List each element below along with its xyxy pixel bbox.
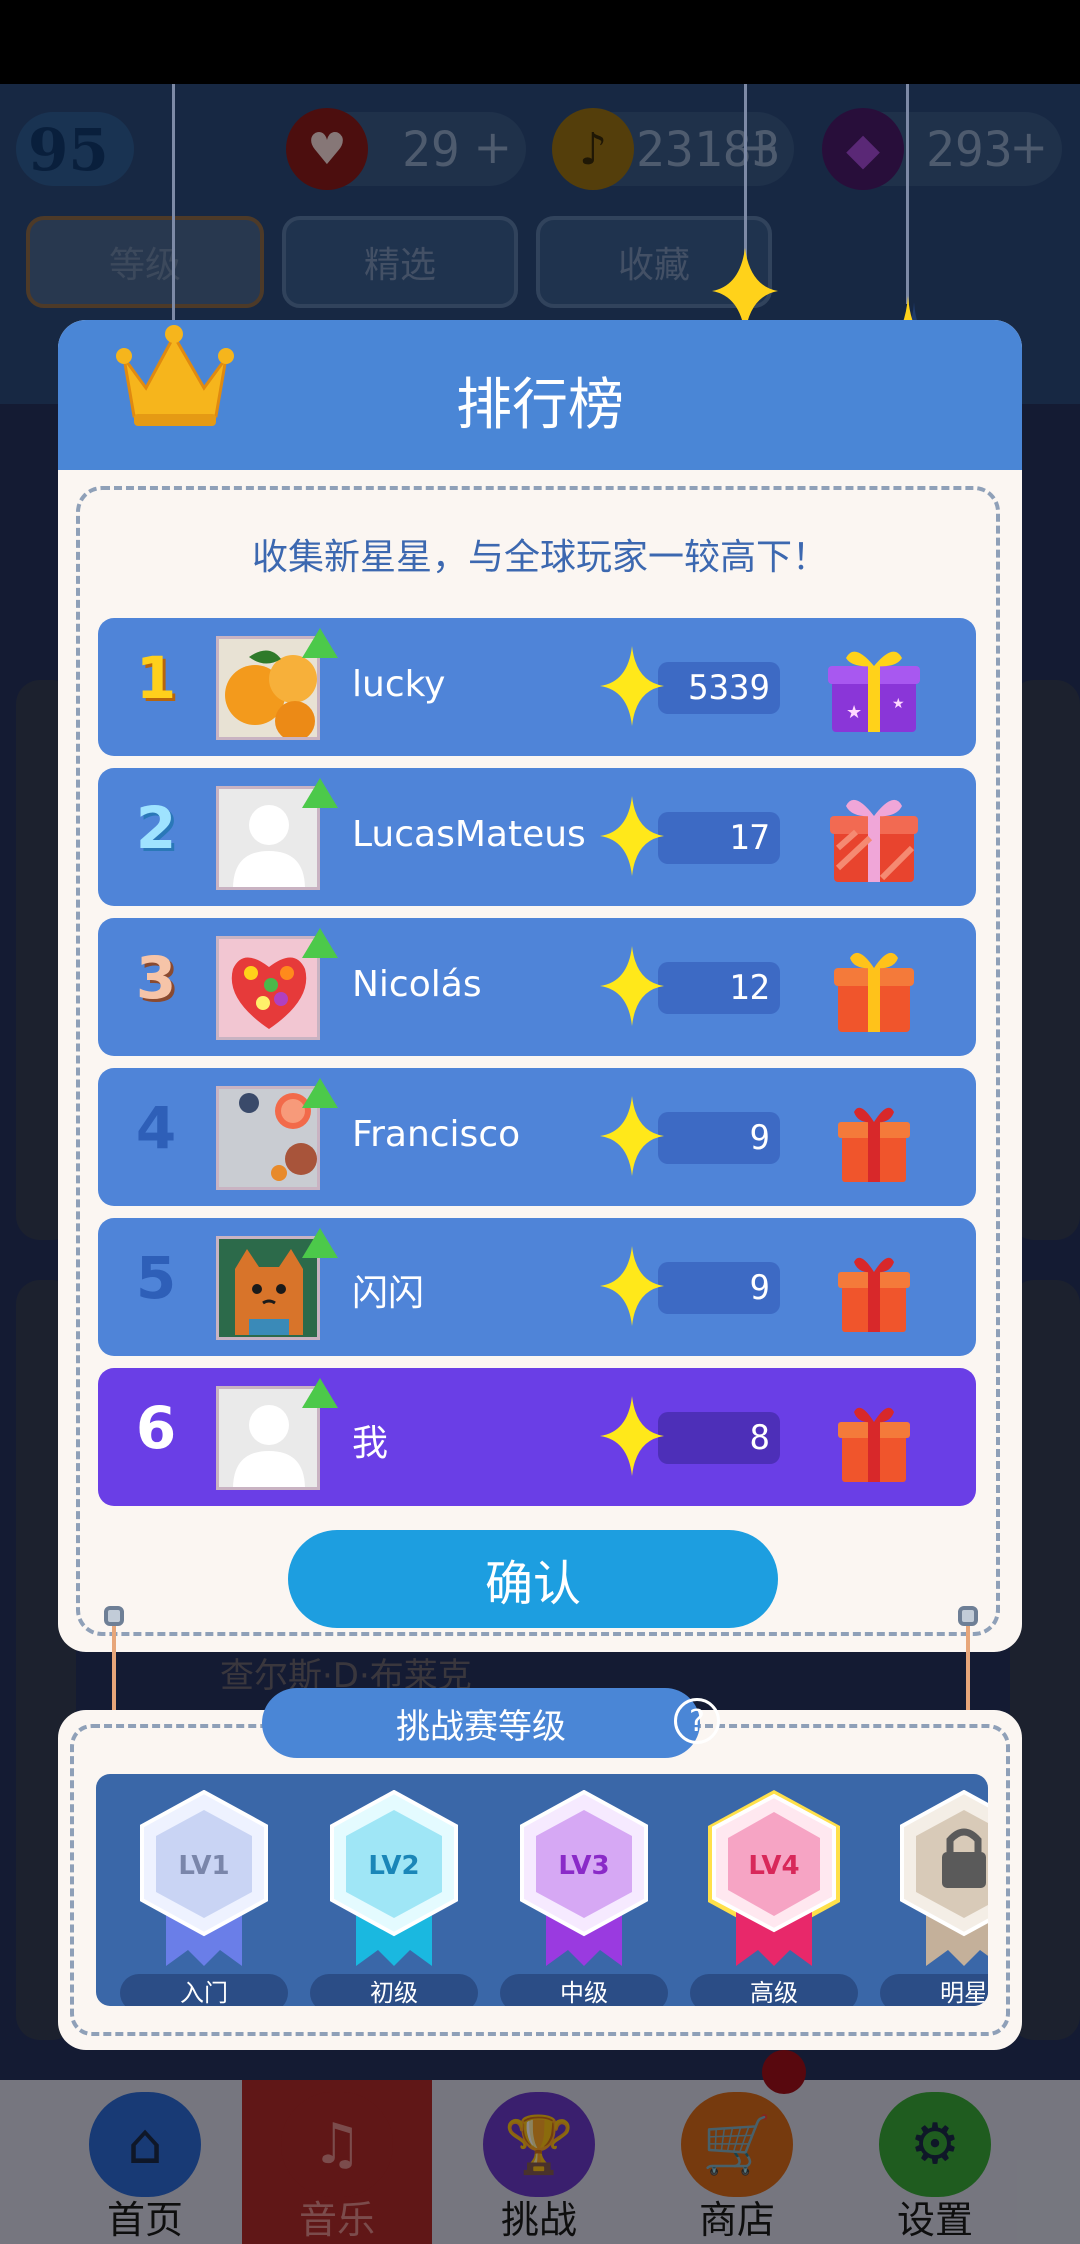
leaderboard-row-self[interactable]: 6 我 8 <box>98 1368 976 1506</box>
leaderboard-row[interactable]: 3 Nicolás 12 <box>98 918 976 1056</box>
level-shield-icon: LV1 <box>140 1789 268 1966</box>
leaderboard-subtitle: 收集新星星，与全球玩家一较高下！ <box>251 537 828 578</box>
leaderboard-dialog: 排行榜 收集新星星，与全球玩家一较高下！ 1 lucky 5339 ★★ 2 <box>58 320 1022 1652</box>
player-name: Francisco <box>352 1114 521 1155</box>
rope-hook <box>958 1606 978 1626</box>
score-value: 8 <box>749 1418 770 1458</box>
rank-up-icon <box>302 1078 338 1108</box>
gift-icon <box>834 952 914 1032</box>
level-badge-lv3[interactable]: LV3 中级 <box>500 1789 686 2006</box>
level-badge-lv1[interactable]: LV1 入门 <box>120 1789 306 2006</box>
score-value: 9 <box>749 1118 770 1158</box>
svg-text:★: ★ <box>846 702 862 723</box>
help-icon[interactable]: ? <box>674 1698 720 1744</box>
player-name: lucky <box>352 664 446 705</box>
score-pill: 9 <box>658 1262 780 1314</box>
level-name: 入门 <box>120 1974 288 2006</box>
rank-number: 1 <box>135 644 177 712</box>
player-name: LucasMateus <box>352 814 586 855</box>
level-code: LV4 <box>748 1851 799 1881</box>
score-pill: 17 <box>658 812 780 864</box>
score-pill: 8 <box>658 1412 780 1464</box>
level-badge-lv2[interactable]: LV2 初级 <box>310 1789 496 2006</box>
gift-icon <box>830 799 918 882</box>
level-badge-locked[interactable]: 明星 <box>880 1789 988 2006</box>
score-value: 9 <box>749 1268 770 1308</box>
gift-icon <box>838 1107 910 1182</box>
level-code: LV2 <box>368 1851 419 1881</box>
level-name: 中级 <box>500 1974 668 2006</box>
level-code: LV1 <box>178 1851 229 1881</box>
rank-number: 4 <box>135 1094 177 1162</box>
player-name: 闪闪 <box>352 1273 425 1314</box>
rank-number: 6 <box>135 1394 177 1462</box>
rank-number: 5 <box>135 1244 177 1312</box>
star-icon <box>600 1096 664 1176</box>
gift-icon <box>838 1407 910 1482</box>
score-value: 5339 <box>688 668 770 708</box>
score-value: 12 <box>729 968 770 1008</box>
player-name: Nicolás <box>352 964 482 1005</box>
rank-up-icon <box>302 1378 338 1408</box>
leaderboard-row[interactable]: 5 闪闪 9 <box>98 1218 976 1356</box>
status-bar <box>0 0 1080 84</box>
level-shield-icon: LV4 <box>708 1790 840 1966</box>
star-icon <box>600 1396 664 1476</box>
score-pill: 5339 <box>658 662 780 714</box>
level-shield-icon: LV2 <box>330 1789 458 1966</box>
score-pill: 12 <box>658 962 780 1014</box>
score-pill: 9 <box>658 1112 780 1164</box>
level-shield-icon: LV3 <box>520 1789 648 1966</box>
leaderboard-row[interactable]: 1 lucky 5339 ★ ★ <box>98 618 976 756</box>
rank-up-icon <box>302 928 338 958</box>
gift-icon <box>838 1257 910 1332</box>
player-name: 我 <box>352 1423 389 1464</box>
hanging-string <box>906 84 909 304</box>
star-icon <box>600 646 664 726</box>
level-name: 明星 <box>880 1974 988 2006</box>
leaderboard-row[interactable]: 4 Francisco 9 <box>98 1068 976 1206</box>
score-value: 17 <box>729 818 770 858</box>
lock-icon <box>942 1852 986 1888</box>
confirm-button[interactable]: 确认 <box>288 1530 778 1628</box>
star-icon <box>600 946 664 1026</box>
star-icon <box>600 1246 664 1326</box>
challenge-level-title: 挑战赛等级 <box>262 1688 700 1758</box>
gift-icon: ★ ★ <box>828 651 920 732</box>
rank-up-icon <box>302 628 338 658</box>
level-badge-lv4[interactable]: LV4 高级 <box>690 1790 876 2006</box>
rank-up-icon <box>302 1228 338 1258</box>
dialog-title: 排行榜 <box>456 373 624 438</box>
svg-text:★: ★ <box>892 696 905 712</box>
rank-number: 2 <box>135 794 177 862</box>
star-icon <box>600 796 664 876</box>
level-name: 初级 <box>310 1974 478 2006</box>
level-badges-strip[interactable]: LV1 入门 LV2 初级 LV3 中级 LV4 高级 明星 <box>96 1774 988 2006</box>
level-shield-icon <box>900 1789 988 1966</box>
level-name: 高级 <box>690 1974 858 2006</box>
rank-number: 3 <box>135 944 177 1012</box>
rope-hook <box>104 1606 124 1626</box>
level-code: LV3 <box>558 1851 609 1881</box>
hanging-string <box>172 84 175 324</box>
leaderboard-row[interactable]: 2 LucasMateus 17 <box>98 768 976 906</box>
rank-up-icon <box>302 778 338 808</box>
